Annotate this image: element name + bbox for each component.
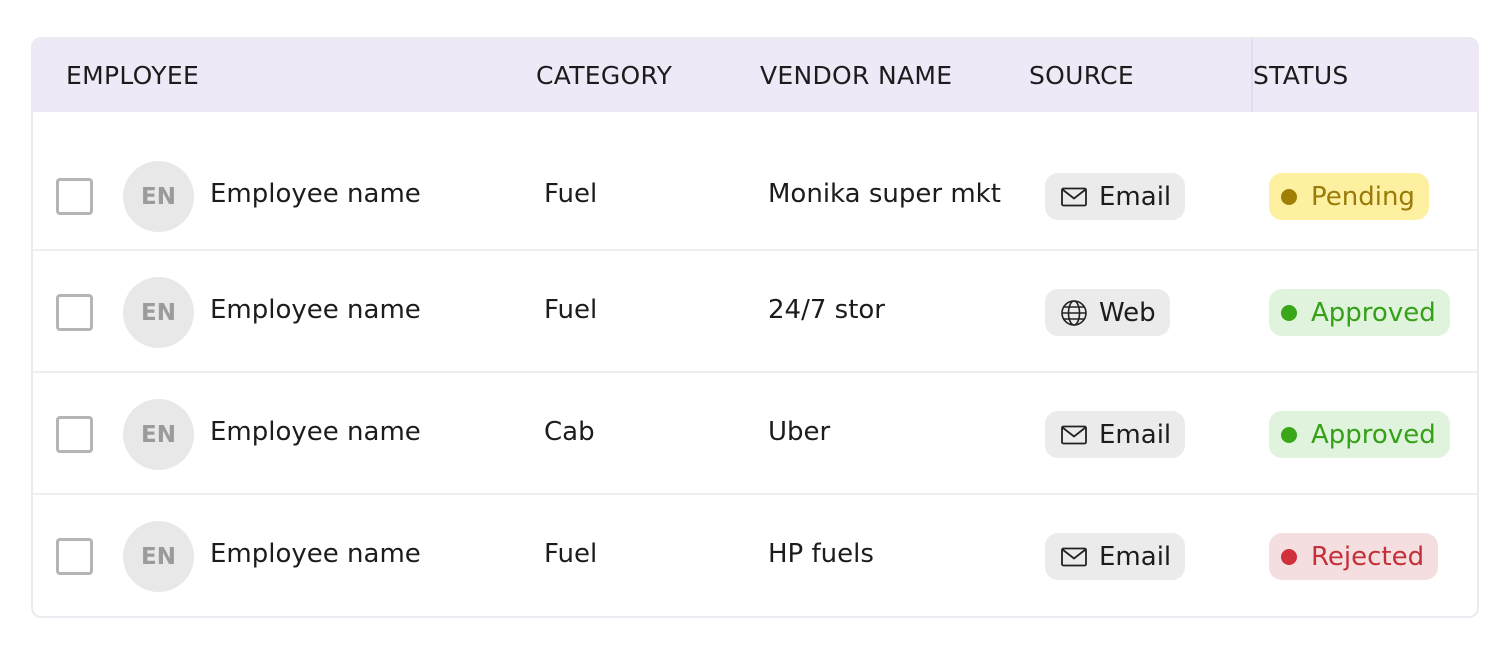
avatar: EN bbox=[123, 399, 194, 470]
employee-name[interactable]: Employee name bbox=[210, 539, 421, 569]
source-label: Email bbox=[1099, 419, 1172, 450]
column-header-source[interactable]: SOURCE bbox=[1029, 39, 1134, 112]
vendor-name-cell: HP fuels bbox=[768, 539, 874, 569]
mail-icon bbox=[1059, 542, 1089, 572]
column-header-employee[interactable]: EMPLOYEE bbox=[66, 39, 199, 112]
expenses-table: EMPLOYEE CATEGORY VENDOR NAME SOURCE STA… bbox=[31, 37, 1479, 618]
column-header-status[interactable]: STATUS bbox=[1253, 39, 1349, 112]
avatar-initials: EN bbox=[141, 543, 176, 570]
column-header-category[interactable]: CATEGORY bbox=[536, 39, 672, 112]
status-dot-icon bbox=[1281, 426, 1297, 443]
category-cell: Fuel bbox=[544, 539, 598, 569]
column-header-vendor-name[interactable]: VENDOR NAME bbox=[760, 39, 952, 112]
status-label: Pending bbox=[1311, 181, 1415, 212]
status-badge: Pending bbox=[1269, 173, 1429, 220]
status-label: Rejected bbox=[1311, 541, 1425, 572]
vendor-name-cell: 24/7 stor bbox=[768, 295, 885, 325]
status-badge: Approved bbox=[1269, 411, 1450, 458]
source-chip[interactable]: Web bbox=[1045, 289, 1170, 336]
mail-icon bbox=[1059, 420, 1089, 450]
avatar: EN bbox=[123, 161, 194, 232]
source-chip[interactable]: Email bbox=[1045, 533, 1186, 580]
status-label: Approved bbox=[1311, 297, 1436, 328]
table-row[interactable]: EN Employee name Cab Uber Email Approved bbox=[33, 373, 1477, 495]
status-label: Approved bbox=[1311, 419, 1436, 450]
mail-icon bbox=[1059, 182, 1089, 212]
status-dot-icon bbox=[1281, 548, 1297, 565]
source-chip[interactable]: Email bbox=[1045, 173, 1186, 220]
status-dot-icon bbox=[1281, 304, 1297, 321]
avatar: EN bbox=[123, 277, 194, 348]
category-cell: Cab bbox=[544, 417, 595, 447]
row-checkbox[interactable] bbox=[56, 294, 93, 331]
employee-name[interactable]: Employee name bbox=[210, 295, 421, 325]
row-checkbox[interactable] bbox=[56, 416, 93, 453]
source-label: Web bbox=[1099, 297, 1156, 328]
table-row[interactable]: EN Employee name Fuel 24/7 stor Web Appr… bbox=[33, 251, 1477, 373]
status-badge: Rejected bbox=[1269, 533, 1439, 580]
employee-name[interactable]: Employee name bbox=[210, 179, 421, 209]
globe-icon bbox=[1059, 298, 1089, 328]
avatar-initials: EN bbox=[141, 421, 176, 448]
source-label: Email bbox=[1099, 181, 1172, 212]
category-cell: Fuel bbox=[544, 179, 598, 209]
table-row[interactable]: EN Employee name Fuel HP fuels Email Rej… bbox=[33, 495, 1477, 616]
avatar-initials: EN bbox=[141, 183, 176, 210]
status-badge: Approved bbox=[1269, 289, 1450, 336]
category-cell: Fuel bbox=[544, 295, 598, 325]
employee-name[interactable]: Employee name bbox=[210, 417, 421, 447]
vendor-name-cell: Monika super mkt bbox=[768, 179, 1001, 209]
table-header: EMPLOYEE CATEGORY VENDOR NAME SOURCE STA… bbox=[33, 39, 1477, 112]
table-row[interactable]: EN Employee name Fuel Monika super mkt E… bbox=[33, 112, 1477, 251]
source-chip[interactable]: Email bbox=[1045, 411, 1186, 458]
source-label: Email bbox=[1099, 541, 1172, 572]
avatar: EN bbox=[123, 521, 194, 592]
vendor-name-cell: Uber bbox=[768, 417, 831, 447]
status-dot-icon bbox=[1281, 188, 1297, 205]
row-checkbox[interactable] bbox=[56, 178, 93, 215]
avatar-initials: EN bbox=[141, 299, 176, 326]
row-checkbox[interactable] bbox=[56, 538, 93, 575]
